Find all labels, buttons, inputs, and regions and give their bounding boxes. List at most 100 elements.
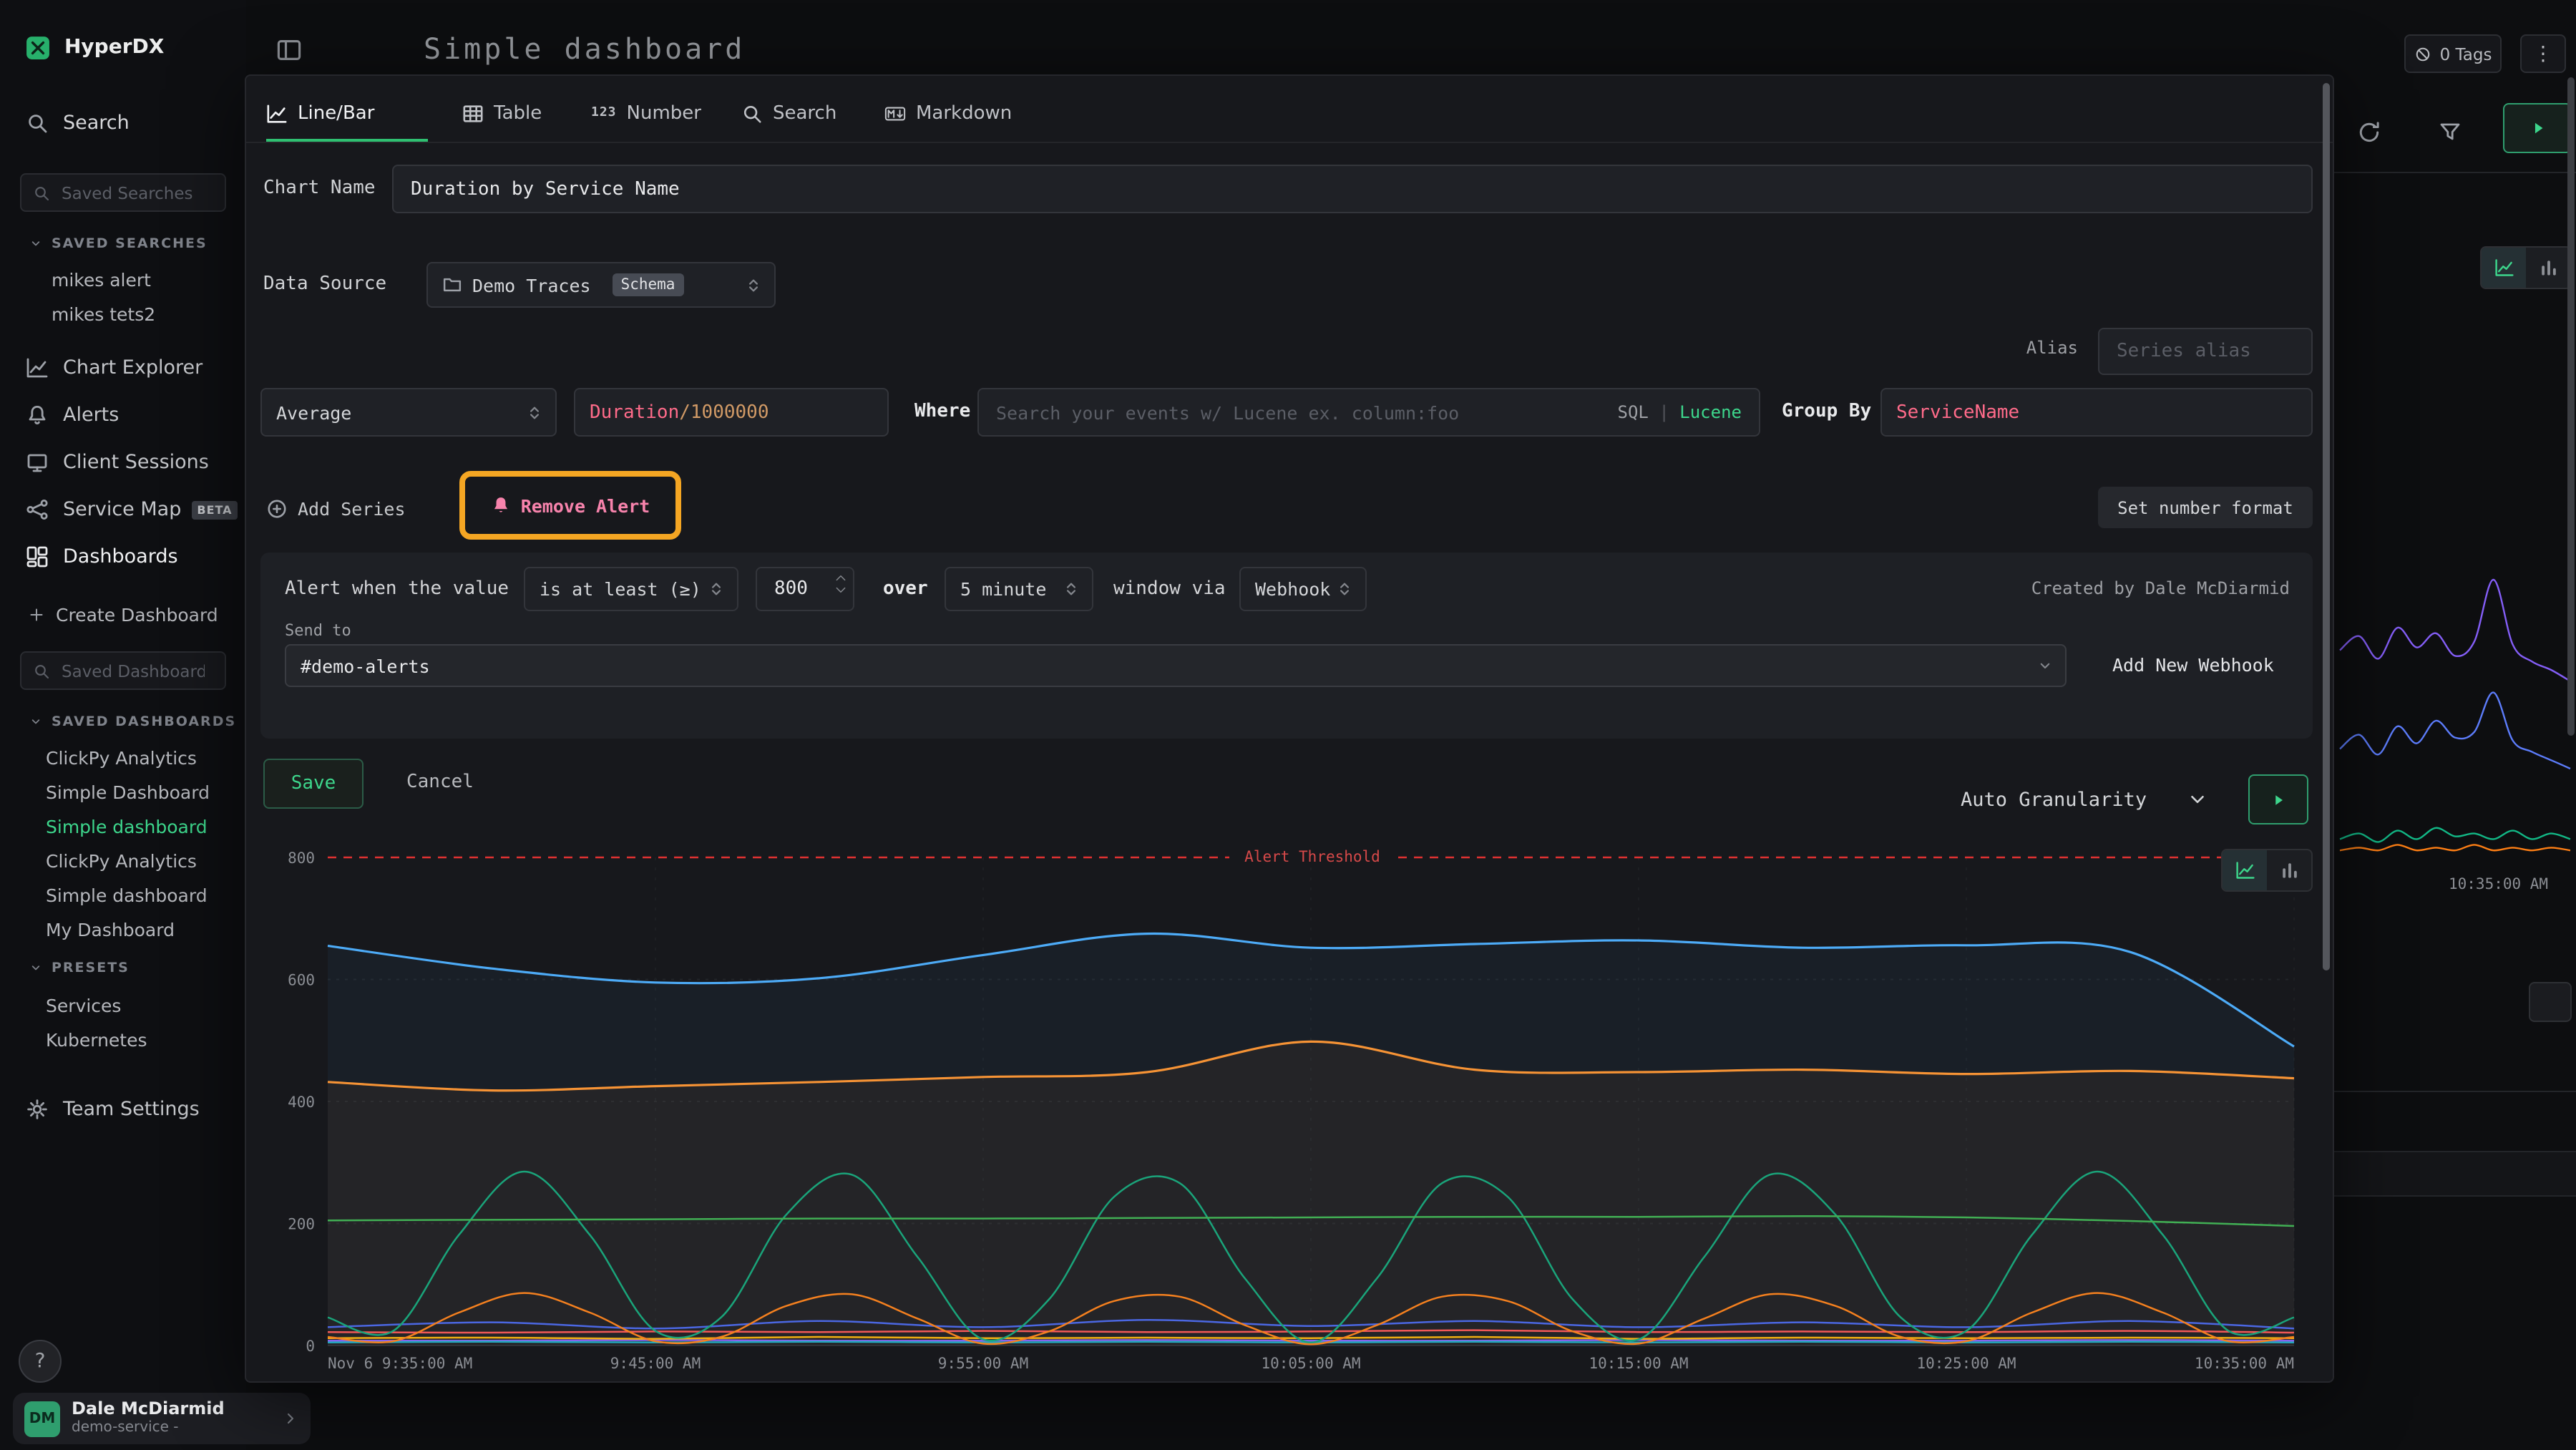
alias-label: Alias: [1935, 338, 2078, 358]
alias-input[interactable]: [2114, 339, 2297, 364]
saved-dashboards-section[interactable]: SAVED DASHBOARDS: [0, 710, 275, 733]
bell-icon: [491, 495, 511, 515]
svg-text:10:05:00 AM: 10:05:00 AM: [1261, 1355, 1360, 1372]
data-source-select[interactable]: Demo Traces Schema: [426, 262, 776, 308]
granularity-select[interactable]: Auto Granularity: [1961, 776, 2208, 823]
aggregation-select[interactable]: Average: [260, 388, 557, 437]
user-menu[interactable]: DM Dale McDiarmid demo-service -: [13, 1393, 311, 1444]
filter-button[interactable]: [2429, 112, 2472, 152]
chevron-down-icon: [29, 960, 43, 975]
tags-button[interactable]: 0 Tags: [2404, 34, 2502, 73]
search-icon: [26, 112, 49, 135]
divider: [2334, 1091, 2576, 1092]
saved-dashboards-field[interactable]: [59, 659, 208, 682]
send-to-select[interactable]: #demo-alerts: [285, 644, 2067, 687]
bar-chart-toggle[interactable]: [2526, 248, 2570, 288]
search-icon: [741, 102, 763, 124]
alert-window-select[interactable]: 5 minute: [945, 567, 1093, 611]
data-source-label: Data Source: [263, 262, 386, 308]
refresh-button[interactable]: [2347, 112, 2390, 152]
group-by-input[interactable]: ServiceName: [1880, 388, 2313, 437]
line-chart-toggle[interactable]: [2482, 248, 2526, 288]
chart-type-toggle[interactable]: [2480, 246, 2572, 289]
set-number-format-button[interactable]: Set number format: [2098, 487, 2313, 528]
background-chart: [2334, 558, 2576, 887]
save-button[interactable]: Save: [263, 759, 364, 809]
remove-alert-button[interactable]: Remove Alert: [491, 495, 650, 516]
sidebar-item-client-sessions[interactable]: Client Sessions: [0, 444, 272, 481]
group-by-label: Group By: [1782, 388, 1871, 437]
create-dashboard-button[interactable]: Create Dashboard: [0, 598, 275, 630]
cancel-button[interactable]: Cancel: [389, 759, 491, 806]
plus-icon: [29, 606, 44, 622]
avatar: DM: [24, 1401, 60, 1436]
tab-search[interactable]: Search: [741, 84, 836, 142]
bar-chart-toggle[interactable]: [2267, 850, 2311, 890]
modal-scrollbar[interactable]: [2323, 83, 2330, 970]
table-icon: [462, 102, 484, 124]
sidebar-item-team-settings[interactable]: Team Settings: [0, 1091, 272, 1128]
scroll-button[interactable]: [2529, 982, 2572, 1022]
svg-text:200: 200: [288, 1216, 315, 1233]
line-chart-toggle[interactable]: [2223, 850, 2267, 890]
chevron-updown-icon: [525, 403, 544, 422]
page-scrollbar[interactable]: [2567, 77, 2575, 736]
presets-section[interactable]: PRESETS: [0, 956, 275, 979]
bar-chart-icon: [2279, 860, 2299, 880]
no-symbol-icon: [2414, 45, 2431, 62]
sidebar-item-search[interactable]: Search: [0, 106, 272, 140]
divider: [2334, 172, 2576, 173]
alert-condition-select[interactable]: is at least (≥): [524, 567, 738, 611]
chevron-updown-icon: [1062, 580, 1080, 598]
svg-text:9:45:00 AM: 9:45:00 AM: [610, 1355, 701, 1372]
saved-searches-section[interactable]: SAVED SEARCHES: [0, 232, 275, 255]
chart-line-icon: [2494, 258, 2514, 278]
number-stepper[interactable]: [834, 573, 847, 595]
panel-strip: [2334, 1151, 2576, 1197]
send-to-label: Send to: [285, 621, 351, 640]
where-input[interactable]: [993, 400, 1601, 424]
user-name: Dale McDiarmid: [72, 1399, 270, 1421]
sidebar-item-service-map[interactable]: Service Map BETA: [0, 491, 272, 528]
run-chart-button[interactable]: [2248, 774, 2308, 824]
field-input[interactable]: Duration/1000000: [574, 388, 889, 437]
field-column: Duration: [590, 402, 679, 423]
sidebar-item-dashboards[interactable]: Dashboards: [0, 538, 272, 575]
sidebar-item-alerts[interactable]: Alerts: [0, 396, 272, 434]
collapse-sidebar-button[interactable]: [276, 37, 302, 63]
run-query-button[interactable]: [2503, 103, 2572, 153]
tab-number[interactable]: 123 Number: [591, 84, 701, 142]
alert-threshold-input[interactable]: [771, 577, 827, 601]
dashboards-icon: [26, 545, 49, 568]
tab-markdown[interactable]: Markdown: [884, 84, 1012, 142]
chevron-up-icon[interactable]: [834, 573, 847, 583]
chevron-down-icon[interactable]: [834, 585, 847, 595]
svg-text:800: 800: [288, 850, 315, 867]
svg-text:10:15:00 AM: 10:15:00 AM: [1589, 1355, 1688, 1372]
panel-left-icon: [276, 37, 302, 63]
refresh-icon: [2356, 120, 2381, 144]
alias-input-wrap: [2098, 328, 2313, 375]
search-icon: [33, 184, 50, 201]
chart-type-toggle[interactable]: [2221, 849, 2313, 892]
add-series-button[interactable]: Add Series: [266, 488, 406, 528]
alert-channel-select[interactable]: Webhook: [1239, 567, 1367, 611]
chevron-right-icon: [282, 1410, 299, 1427]
saved-searches-input[interactable]: [20, 173, 226, 212]
chart-editor-modal: Line/Bar Table 123 Number Search Markdow…: [245, 74, 2334, 1383]
more-menu-button[interactable]: ⋮: [2520, 34, 2566, 73]
tab-table[interactable]: Table: [462, 84, 542, 142]
background-dashboard: 10:35:00 AM: [2334, 74, 2576, 1383]
sidebar-item-chart-explorer[interactable]: Chart Explorer: [0, 349, 272, 386]
saved-dashboards-input[interactable]: [20, 651, 226, 690]
saved-searches-field[interactable]: [59, 181, 208, 204]
chevron-down-icon: [29, 714, 43, 729]
plus-circle-icon: [266, 497, 288, 519]
chevron-down-icon: [29, 236, 43, 250]
chart-name-label: Chart Name: [263, 165, 376, 213]
chart-name-input[interactable]: [408, 177, 2297, 201]
help-button[interactable]: ?: [19, 1340, 62, 1383]
query-language-toggle[interactable]: SQL | Lucene: [1618, 389, 1742, 435]
add-new-webhook-link[interactable]: Add New Webhook: [2112, 644, 2274, 687]
tab-line-bar[interactable]: Line/Bar: [266, 84, 374, 142]
